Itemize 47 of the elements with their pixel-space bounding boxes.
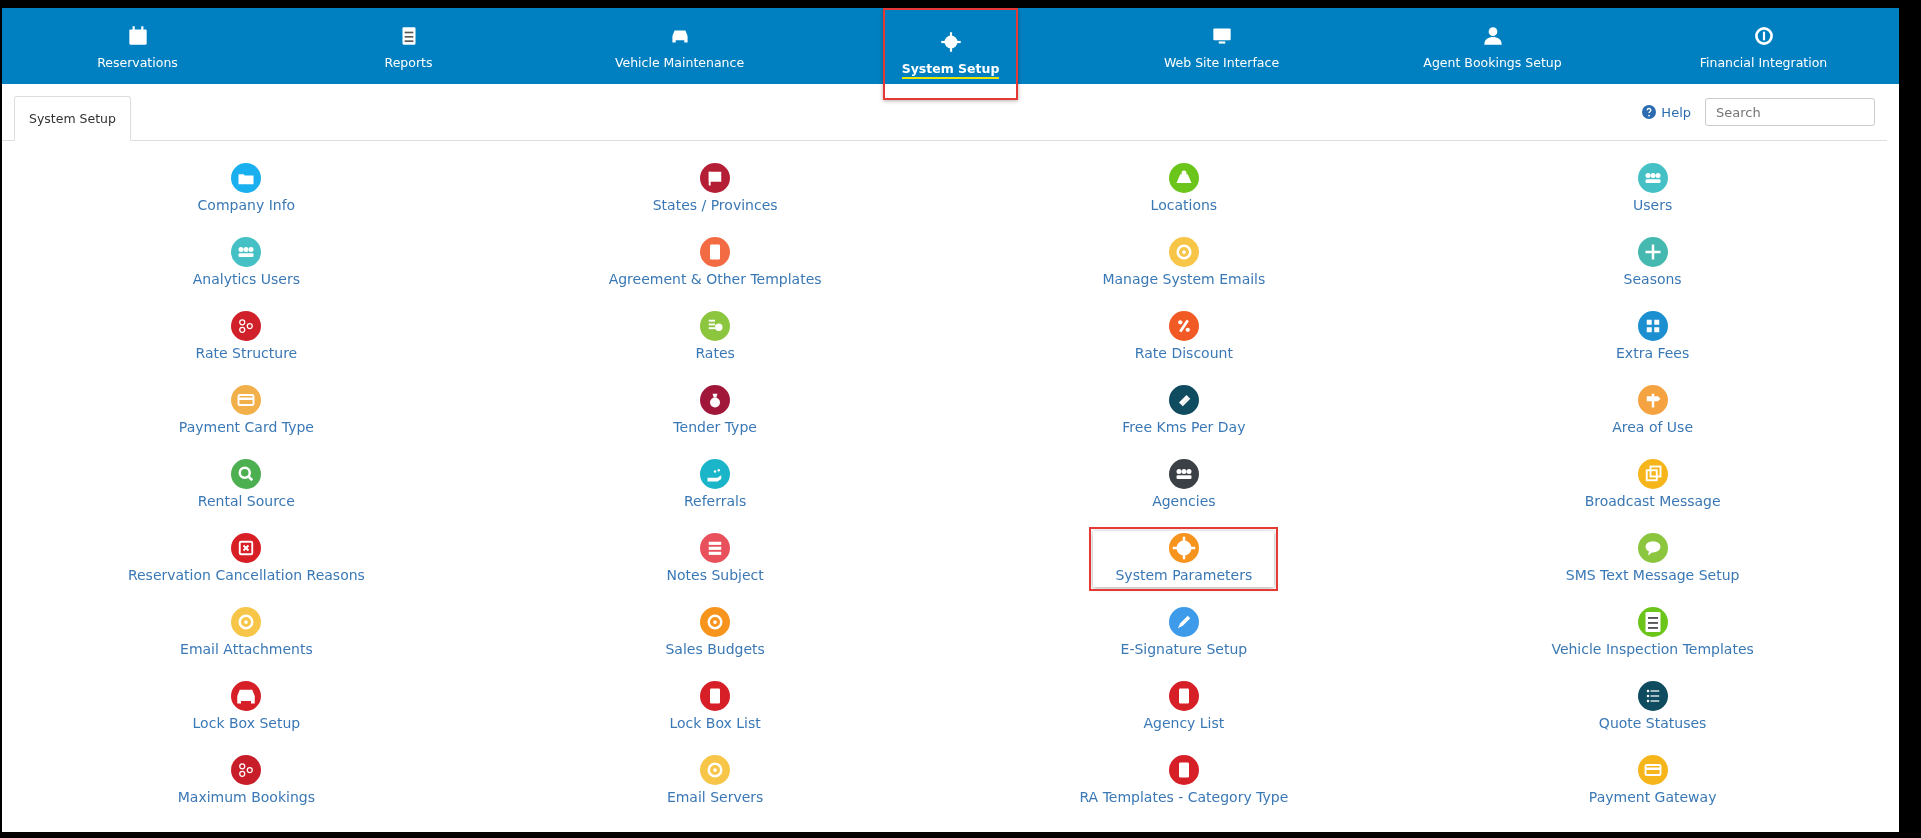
setup-link[interactable]: Email Attachments: [162, 605, 331, 659]
help-link[interactable]: Help: [1642, 104, 1691, 120]
setup-link[interactable]: Analytics Users: [174, 235, 318, 289]
setup-link[interactable]: Vehicle Inspection Templates: [1533, 605, 1772, 659]
setup-link[interactable]: Users: [1615, 161, 1691, 215]
setup-link[interactable]: Sales Budgets: [647, 605, 783, 659]
setup-link[interactable]: Payment Card Type: [160, 383, 332, 437]
setup-link[interactable]: Rates: [677, 309, 753, 363]
setup-link[interactable]: Rate Structure: [177, 309, 316, 363]
setup-link[interactable]: Tender Type: [655, 383, 775, 437]
tab[interactable]: System Setup: [14, 96, 131, 141]
nav-tab[interactable]: System Setup: [883, 8, 1018, 100]
nav-tab[interactable]: Agent Bookings Setup: [1357, 8, 1628, 84]
setup-link[interactable]: Quote Statuses: [1580, 679, 1725, 733]
setup-link[interactable]: Area of Use: [1594, 383, 1711, 437]
help-icon: [1642, 105, 1657, 119]
setup-link[interactable]: Email Servers: [648, 753, 782, 807]
setup-link[interactable]: E-Signature Setup: [1102, 605, 1266, 659]
setup-link[interactable]: Agencies: [1134, 457, 1234, 511]
setup-link[interactable]: Reservation Cancellation Reasons: [109, 531, 383, 585]
setup-link[interactable]: Broadcast Message: [1566, 457, 1739, 511]
nav-tab[interactable]: Vehicle Maintenance: [544, 8, 815, 84]
nav-tab[interactable]: Reservations: [2, 8, 273, 84]
setup-link[interactable]: System Parameters: [1093, 531, 1275, 587]
nav-tab[interactable]: Financial Integration: [1628, 8, 1899, 84]
nav-tab[interactable]: Reports: [273, 8, 544, 84]
setup-link[interactable]: Notes Subject: [648, 531, 782, 585]
setup-link[interactable]: Referrals: [665, 457, 765, 511]
setup-link[interactable]: Lock Box Setup: [174, 679, 319, 733]
setup-link[interactable]: Agency List: [1125, 679, 1243, 733]
setup-link[interactable]: Seasons: [1605, 235, 1700, 289]
setup-link[interactable]: Free Kms Per Day: [1104, 383, 1264, 437]
setup-link[interactable]: RA Templates - Category Type: [1061, 753, 1307, 807]
setup-link[interactable]: Company Info: [179, 161, 314, 215]
setup-link[interactable]: Manage System Emails: [1084, 235, 1284, 289]
setup-link[interactable]: Maximum Bookings: [159, 753, 333, 807]
search-field[interactable]: Search: [1705, 98, 1875, 126]
setup-link[interactable]: Lock Box List: [651, 679, 779, 733]
nav-tab[interactable]: Web Site Interface: [1086, 8, 1357, 84]
setup-link[interactable]: Payment Gateway: [1570, 753, 1735, 807]
setup-link[interactable]: Rate Discount: [1116, 309, 1251, 363]
setup-link[interactable]: States / Provinces: [634, 161, 796, 215]
setup-link[interactable]: Agreement & Other Templates: [590, 235, 840, 289]
setup-link[interactable]: Extra Fees: [1598, 309, 1708, 363]
setup-link[interactable]: SMS Text Message Setup: [1547, 531, 1758, 585]
setup-link[interactable]: Rental Source: [179, 457, 313, 511]
setup-link[interactable]: Locations: [1132, 161, 1236, 215]
